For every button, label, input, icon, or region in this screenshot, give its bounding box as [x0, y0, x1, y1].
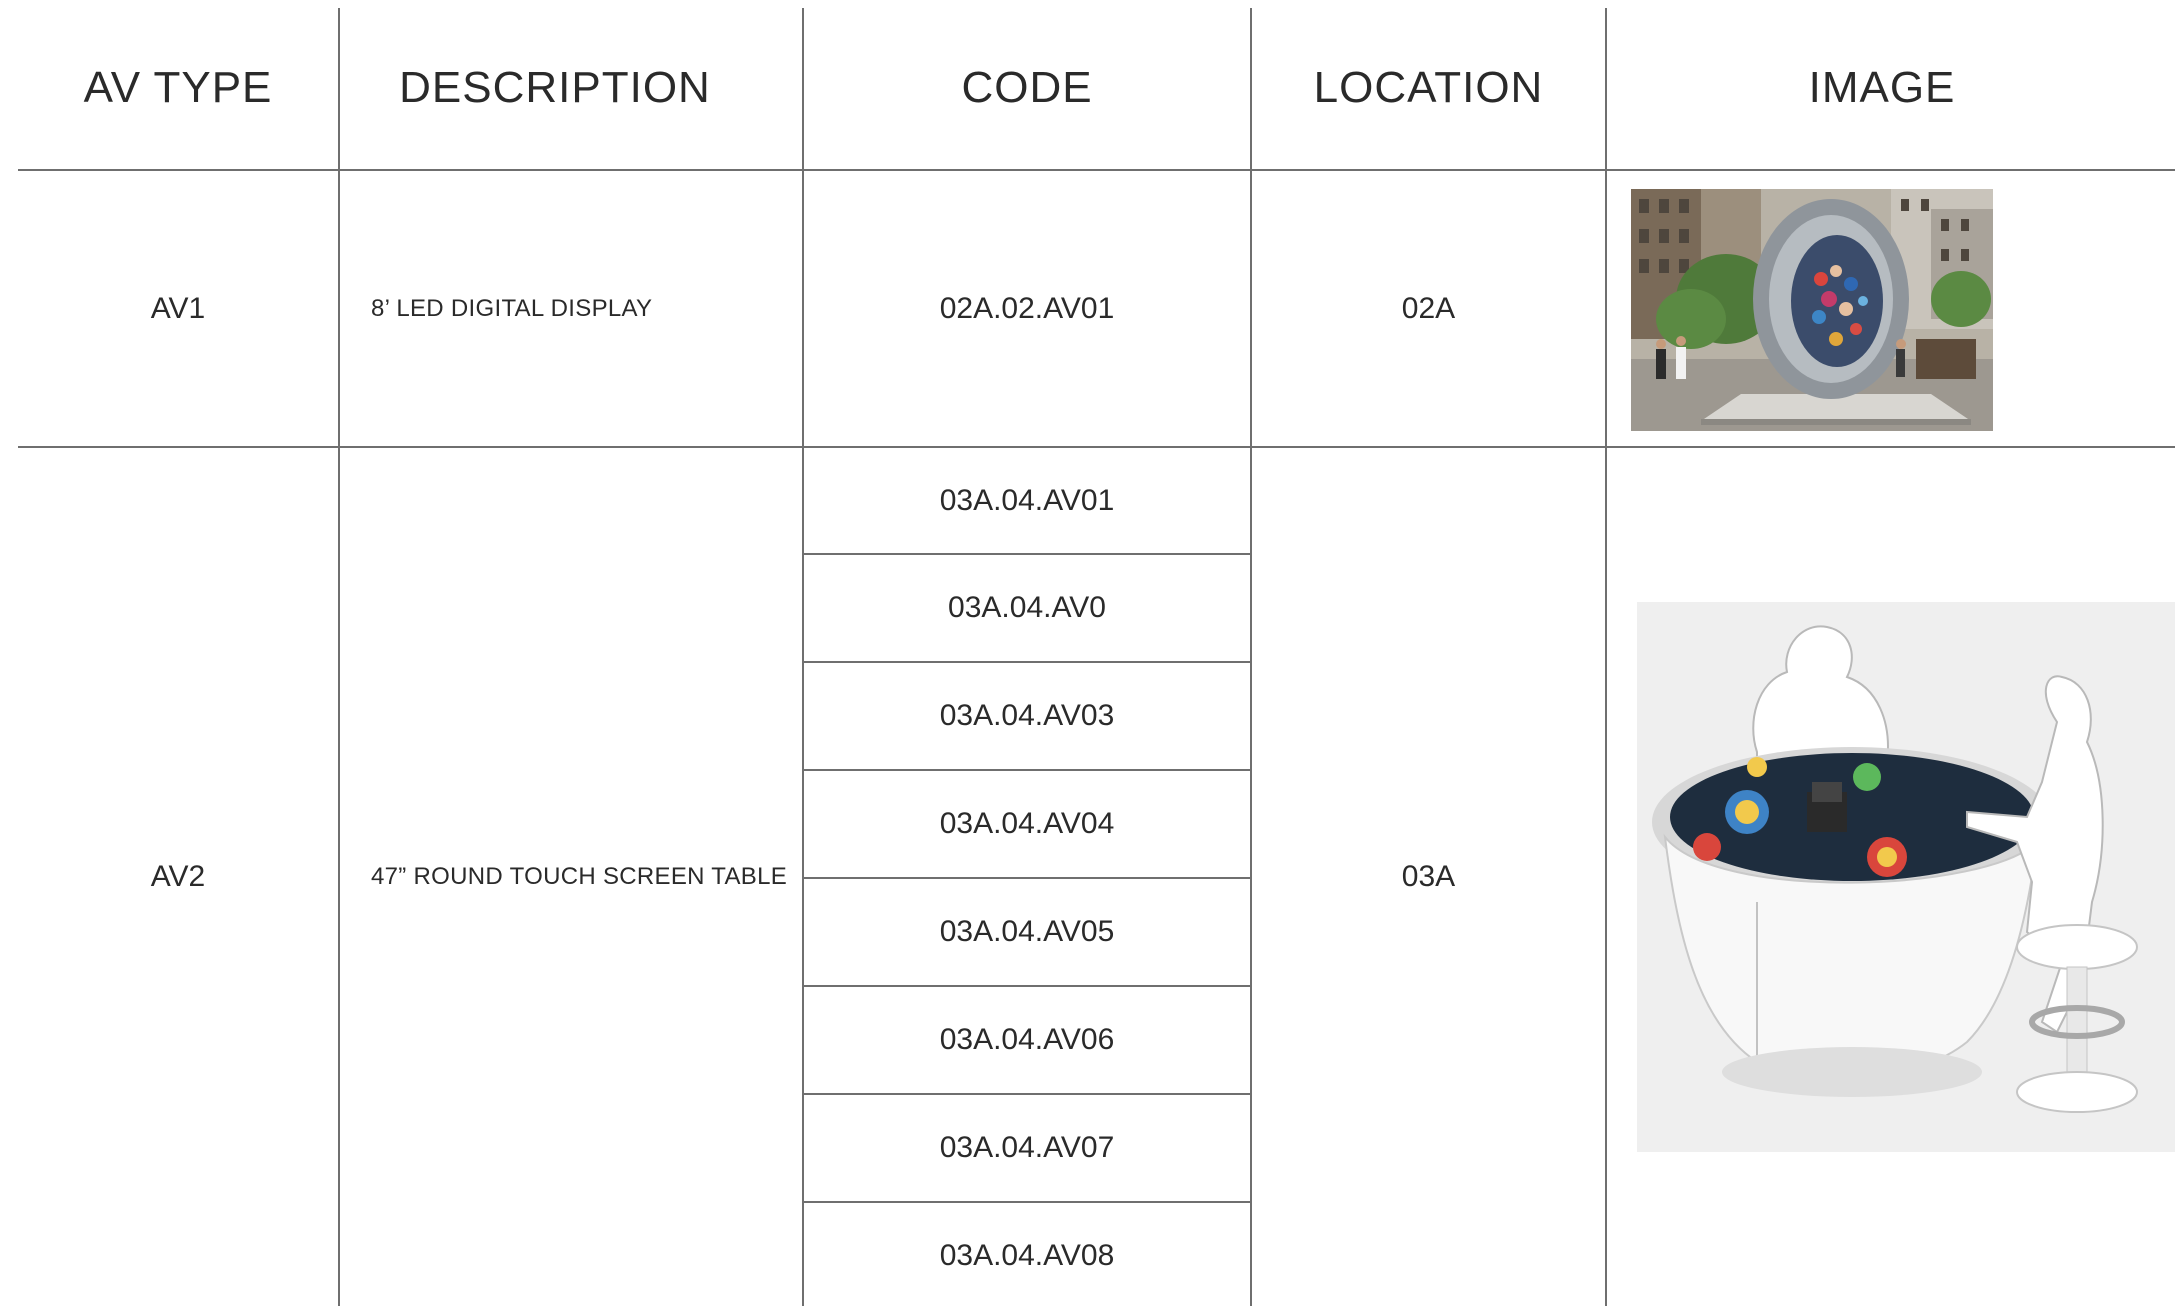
- row-av1-code: 02A.02.AV01: [939, 291, 1115, 325]
- row-av1-location: 02A: [1401, 291, 1456, 325]
- row-av2-description: 47” ROUND TOUCH SCREEN TABLE: [371, 863, 788, 890]
- header-location: LOCATION: [1313, 63, 1544, 112]
- round-touch-table-render: [1637, 602, 2175, 1152]
- code-cell: 03A.04.AV06: [939, 1023, 1115, 1056]
- row-av2-location: 03A: [1401, 860, 1456, 893]
- header-code: CODE: [961, 63, 1093, 112]
- code-cell: 03A.04.AV03: [939, 699, 1115, 732]
- header-description: DESCRIPTION: [399, 63, 711, 112]
- code-cell: 03A.04.AV05: [939, 915, 1115, 948]
- row-av2-type: AV2: [150, 860, 206, 893]
- column-divider: [1605, 8, 1607, 1306]
- code-cell: 03A.04.AV07: [939, 1131, 1115, 1164]
- row-av1-type: AV1: [150, 291, 206, 325]
- av-schedule-table: AV TYPE DESCRIPTION CODE LOCATION IMAGE …: [0, 0, 2175, 1306]
- code-cell: 03A.04.AV0: [948, 591, 1106, 624]
- header-av-type: AV TYPE: [83, 63, 273, 112]
- code-cell: 03A.04.AV01: [939, 484, 1115, 517]
- led-portal-display-photo: [1631, 189, 1993, 431]
- header-image: IMAGE: [1808, 63, 1956, 112]
- code-cell: 03A.04.AV04: [939, 807, 1115, 840]
- code-cell: 03A.04.AV08: [939, 1239, 1115, 1272]
- row-av1-description: 8’ LED DIGITAL DISPLAY: [371, 294, 653, 322]
- column-divider: [338, 8, 340, 1306]
